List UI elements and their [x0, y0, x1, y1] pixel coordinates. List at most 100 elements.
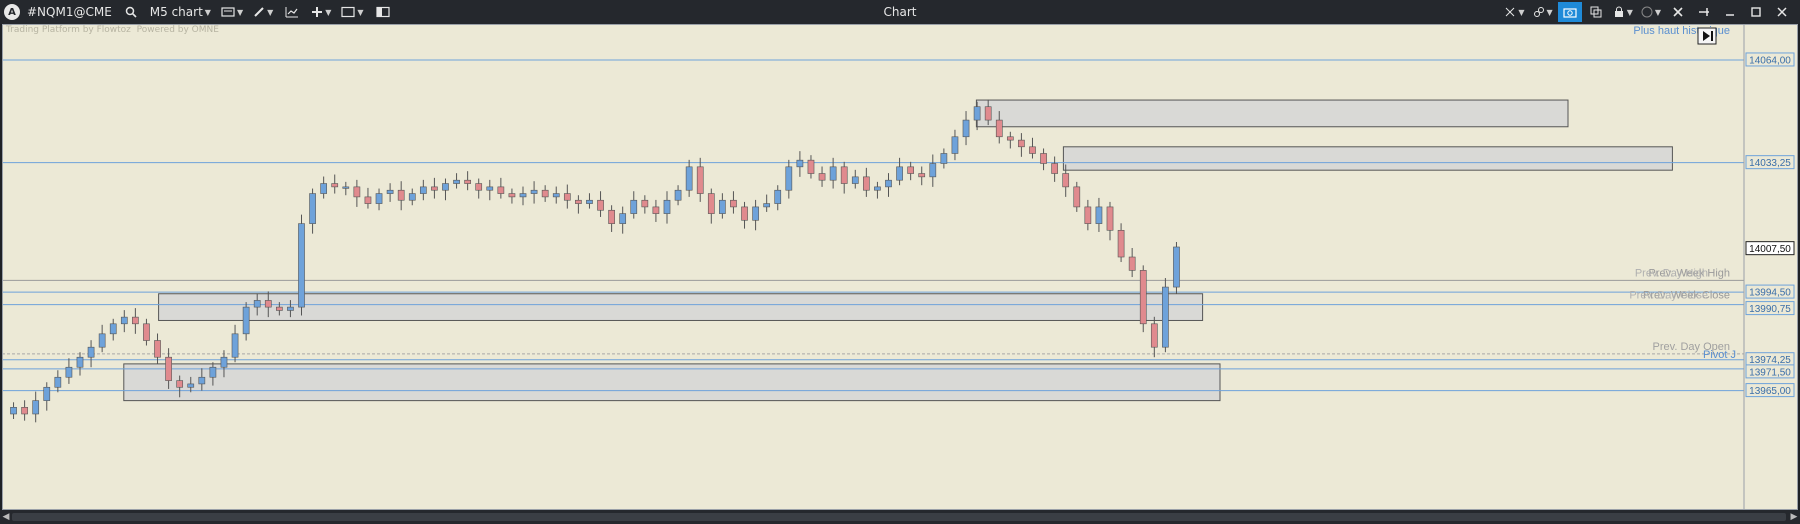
candle-body [818, 173, 826, 181]
candle-body [730, 199, 737, 208]
cursor-mode-button[interactable]: ▼ [1501, 2, 1527, 22]
candle-body [309, 193, 316, 224]
tools-icon [1673, 7, 1683, 17]
candle-body [1084, 206, 1092, 224]
candle-body [1006, 136, 1014, 141]
candle-body [929, 163, 937, 178]
candle-body [519, 193, 527, 198]
timeframe-dropdown[interactable]: M5 chart ▼ [147, 2, 214, 22]
price-axis-label: 14007,50 [1749, 244, 1791, 255]
horizontal-scrollbar[interactable]: ◀ ▶ [0, 510, 1800, 524]
candle-body [1128, 256, 1136, 271]
chevron-down-icon: ▼ [236, 7, 244, 17]
screenshot-button[interactable] [1557, 2, 1582, 22]
watermark-powered: Powered by OMNE [136, 25, 219, 35]
zone-rect[interactable] [1062, 146, 1673, 171]
price-axis-label: 13994,50 [1749, 288, 1791, 299]
candle-body [76, 356, 84, 368]
chevron-down-icon: ▼ [325, 7, 332, 17]
candle-body [154, 340, 161, 358]
candle-body [364, 196, 372, 204]
drawing-tools-button[interactable]: ▼ [250, 2, 276, 22]
candle-body [951, 136, 959, 154]
lock-button[interactable]: ▼ [1610, 2, 1636, 22]
candle-body [497, 186, 505, 194]
price-axis-label: 13971,50 [1749, 367, 1791, 378]
candle-body [896, 166, 903, 181]
candle-body [32, 400, 40, 415]
candle-body [918, 173, 926, 178]
search-icon[interactable] [119, 2, 143, 22]
crosshair-button[interactable]: ▼ [308, 2, 334, 22]
candle-body [1062, 173, 1070, 188]
candle-body [885, 179, 892, 188]
candle-body [563, 193, 571, 201]
candle-body [807, 159, 815, 174]
scroll-left-icon[interactable]: ◀ [0, 510, 12, 524]
maximize-button[interactable] [1744, 2, 1768, 22]
link-button[interactable]: ▼ [1530, 2, 1556, 22]
link-icon [1533, 7, 1544, 17]
watermark-platform: Trading Platform by Flowtoz [6, 25, 131, 35]
candle-body [1150, 323, 1158, 348]
watermark: Trading Platform by Flowtoz Powered by O… [6, 25, 219, 35]
close-button[interactable] [1770, 2, 1794, 22]
candle-body [253, 300, 261, 308]
chevron-down-icon: ▼ [1626, 7, 1633, 17]
candle-body [552, 193, 560, 198]
zone-rect[interactable] [123, 363, 1221, 402]
zone-rect[interactable] [975, 99, 1569, 128]
indicators-button[interactable] [280, 2, 304, 22]
chart-template-button[interactable]: ▼ [218, 2, 246, 22]
candle-body [984, 106, 992, 121]
candle-body [132, 316, 139, 325]
scroll-right-icon[interactable]: ▶ [1788, 510, 1800, 524]
pin-button[interactable] [1692, 2, 1716, 22]
candle-body [741, 206, 748, 221]
prev-day-high-label: Prev. Day High [1635, 267, 1708, 279]
candle-body [386, 189, 394, 194]
candle-body [829, 166, 837, 181]
camera-icon [1563, 8, 1577, 18]
symbol-selector[interactable]: #NQM1@CME [24, 2, 115, 22]
candle-body [1040, 153, 1047, 164]
pin-icon [1699, 8, 1709, 16]
zone-rect[interactable] [158, 293, 1204, 321]
crosshair-icon [1506, 7, 1515, 17]
panel-icon [375, 6, 390, 18]
candle-body [840, 166, 848, 184]
template-icon [221, 7, 235, 17]
candle-body [541, 189, 549, 198]
layout-button[interactable]: ▼ [338, 2, 366, 22]
price-chart[interactable]: 14064,00 14033,25 14007,50 13994,50 13990,75… [2, 24, 1798, 510]
candle-body [475, 183, 483, 191]
titlebar: A #NQM1@CME M5 chart ▼ ▼ ▼ ▼ ▼ Chart ▼ ▼ … [0, 0, 1800, 24]
titlebar-left: A #NQM1@CME M5 chart ▼ ▼ ▼ ▼ ▼ [4, 0, 395, 24]
candle-body [874, 186, 881, 191]
clone-button[interactable] [1584, 2, 1608, 22]
candle-body [353, 186, 361, 198]
minimize-button[interactable] [1718, 2, 1742, 22]
candle-body [674, 189, 682, 201]
candle-body [486, 186, 494, 191]
candle-body [320, 183, 327, 194]
candle-body [719, 199, 726, 214]
candle-body [851, 176, 859, 184]
chart-area[interactable]: 14064,00 14033,25 14007,50 13994,50 13990,75… [2, 24, 1798, 510]
app-logo-icon: A [4, 4, 20, 20]
link-color-button[interactable]: ▼ [1638, 2, 1664, 22]
candle-body [65, 366, 73, 378]
candle-body [586, 199, 593, 204]
plus-icon [312, 7, 323, 17]
candle-body [419, 186, 427, 194]
prev-day-close-label: Prev. Day Close [1629, 289, 1708, 301]
scrollbar-thumb[interactable] [12, 513, 1786, 521]
candle-body [663, 199, 671, 214]
panel-toggle-button[interactable] [371, 2, 395, 22]
candle-body [231, 333, 239, 358]
candle-body [10, 407, 17, 415]
candle-body [220, 356, 228, 368]
settings-button[interactable] [1666, 2, 1690, 22]
chart-border [2, 24, 1798, 510]
candle-body [165, 356, 172, 381]
